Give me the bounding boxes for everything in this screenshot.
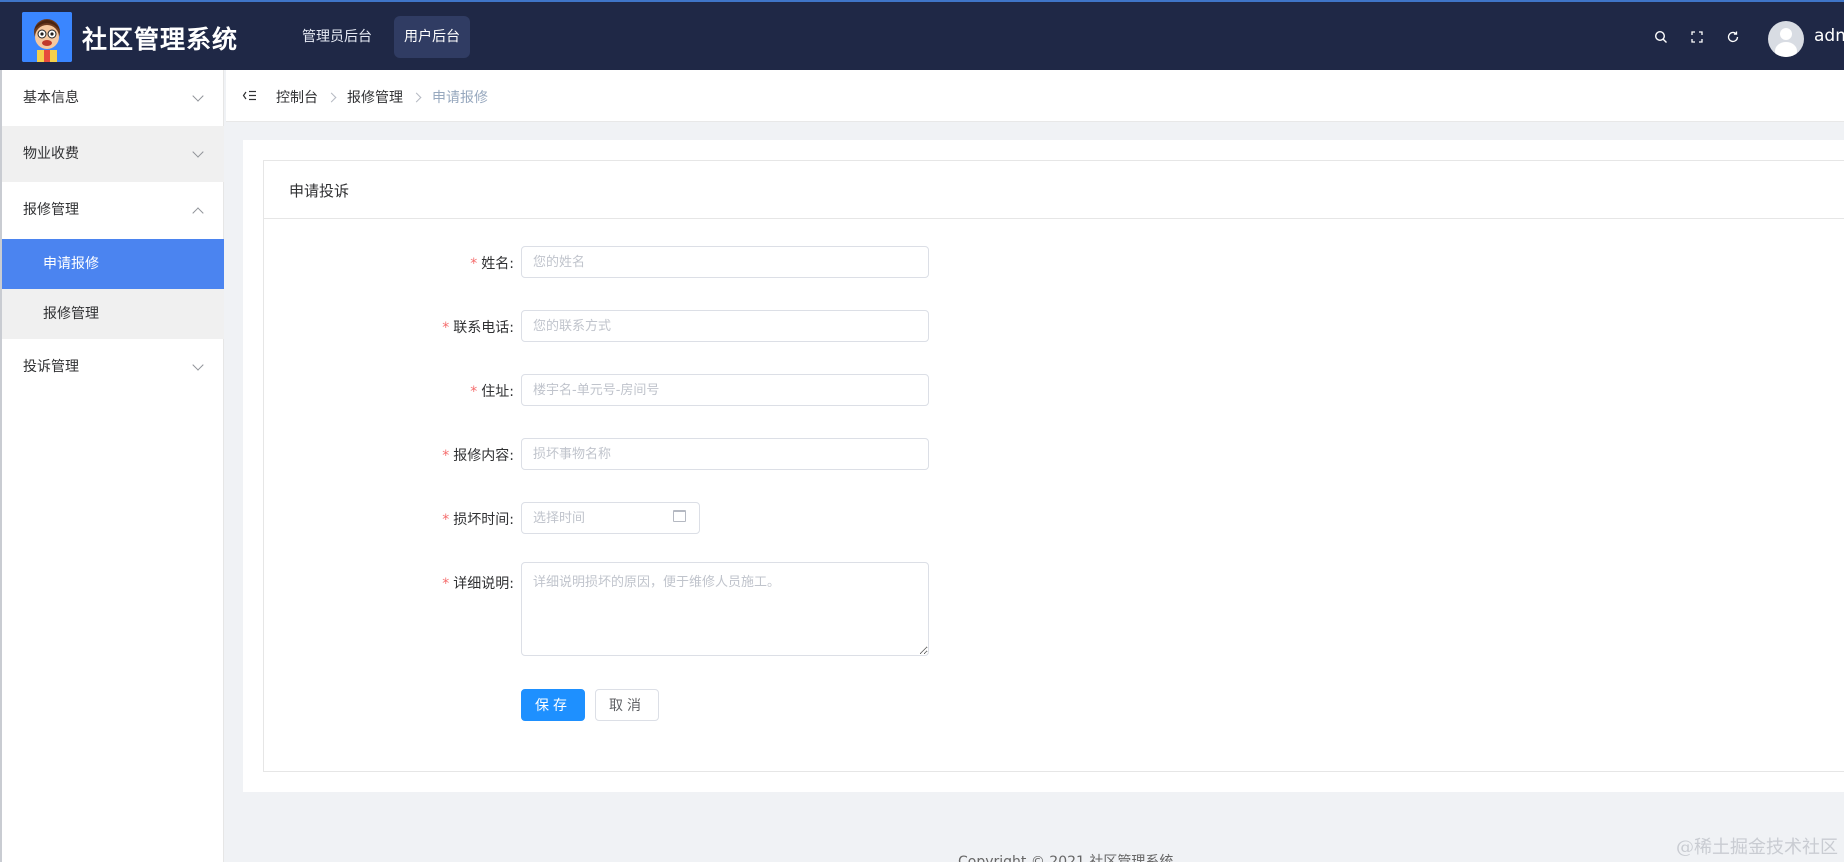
name-label: * 姓名:	[470, 256, 514, 272]
fullscreen-icon[interactable]	[1690, 29, 1704, 43]
breadcrumb-separator-icon	[411, 92, 422, 102]
sidebar-item-label: 基本信息	[23, 90, 79, 106]
required-asterisk: *	[470, 384, 478, 400]
address-label: * 住址:	[470, 384, 514, 400]
phone-input[interactable]	[521, 310, 929, 342]
sidebar: 基本信息 物业收费 报修管理 申请报修 报修管理 投诉管理	[0, 70, 224, 862]
detail-label: * 详细说明:	[442, 576, 514, 592]
cancel-button[interactable]: 取消	[595, 689, 659, 721]
sidebar-item-property-fee[interactable]: 物业收费	[2, 126, 224, 182]
breadcrumb-bar: 控制台 报修管理 申请报修	[226, 70, 1844, 122]
sidebar-item-basic-info[interactable]: 基本信息	[2, 70, 224, 126]
breadcrumb: 控制台 报修管理 申请报修	[276, 87, 488, 107]
detail-textarea[interactable]	[521, 562, 929, 656]
breadcrumb-item[interactable]: 报修管理	[347, 87, 403, 107]
chevron-down-icon	[192, 359, 204, 371]
breadcrumb-item[interactable]: 控制台	[276, 87, 318, 107]
collapse-sidebar-icon[interactable]	[242, 88, 258, 104]
app-title: 社区管理系统	[82, 25, 239, 54]
calendar-icon[interactable]	[673, 510, 686, 522]
repair-content-input[interactable]	[521, 438, 929, 470]
footer-copyright: Copyright © 2021 社区管理系统	[958, 854, 1174, 862]
chevron-down-icon	[192, 146, 204, 158]
sidebar-subitem-apply-repair[interactable]: 申请报修	[2, 239, 224, 289]
card-title: 申请投诉	[289, 182, 350, 200]
required-asterisk: *	[442, 448, 450, 464]
chevron-up-icon	[192, 207, 204, 219]
sidebar-item-label: 投诉管理	[23, 359, 79, 375]
nav-admin-backend[interactable]: 管理员后台	[292, 16, 382, 58]
cartoon-logo-icon	[22, 12, 72, 62]
top-header: 社区管理系统 管理员后台 用户后台 adm	[0, 0, 1844, 70]
top-nav: 管理员后台 用户后台	[292, 16, 470, 58]
required-asterisk: *	[442, 512, 450, 528]
app-logo[interactable]	[22, 12, 72, 62]
phone-label: * 联系电话:	[442, 320, 514, 336]
sidebar-item-label: 物业收费	[23, 146, 79, 162]
required-asterisk: *	[470, 256, 478, 272]
refresh-icon[interactable]	[1726, 29, 1740, 43]
name-input[interactable]	[521, 246, 929, 278]
chevron-down-icon	[192, 90, 204, 102]
card-header: 申请投诉	[264, 161, 1844, 219]
address-input[interactable]	[521, 374, 929, 406]
breadcrumb-separator-icon	[326, 92, 337, 102]
damage-time-label: * 损坏时间:	[442, 512, 514, 528]
breadcrumb-current: 申请报修	[432, 90, 488, 106]
user-avatar[interactable]	[1768, 21, 1804, 57]
required-asterisk: *	[442, 320, 450, 336]
sidebar-item-repair-management[interactable]: 报修管理	[2, 182, 224, 238]
sidebar-item-complaint-management[interactable]: 投诉管理	[2, 339, 224, 395]
sidebar-item-label: 报修管理	[23, 202, 79, 218]
required-asterisk: *	[442, 576, 450, 592]
sidebar-subitem-repair-list[interactable]: 报修管理	[2, 289, 224, 339]
search-icon[interactable]	[1654, 29, 1668, 43]
nav-user-backend[interactable]: 用户后台	[394, 16, 470, 58]
watermark: @稀土掘金技术社区	[1676, 837, 1838, 858]
form-card: 申请投诉	[263, 160, 1844, 772]
repair-content-label: * 报修内容:	[442, 448, 514, 464]
save-button[interactable]: 保存	[521, 689, 585, 721]
user-name[interactable]: adm	[1814, 26, 1844, 46]
header-tools	[1654, 29, 1740, 43]
